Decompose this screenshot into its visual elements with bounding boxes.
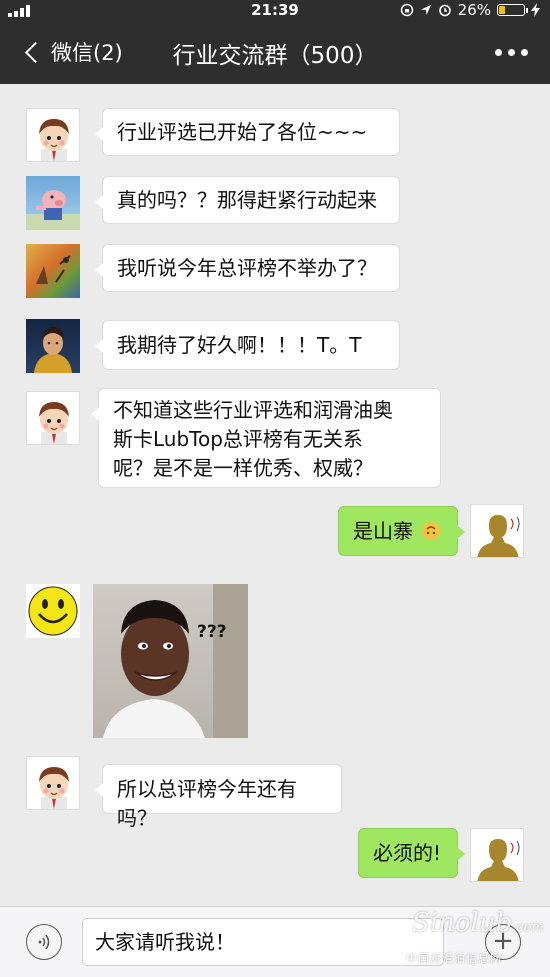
status-bar: 21:39 26%	[0, 0, 550, 22]
message-input[interactable]: 大家请听我说！	[82, 918, 444, 966]
alarm-icon	[438, 4, 451, 17]
message-text: 我期待了好久啊！！！T。T	[117, 333, 362, 357]
message-text: 真的吗？？那得赶紧行动起来	[117, 188, 377, 212]
more-dots-icon[interactable]	[495, 49, 528, 56]
avatar-painting[interactable]	[26, 244, 80, 298]
chat-title: 行业交流群（500）	[172, 43, 378, 69]
avatar-smiley[interactable]	[26, 584, 80, 638]
avatar-cartoon-boy[interactable]	[26, 756, 80, 810]
message-bubble-outgoing[interactable]: 是山寨	[338, 506, 465, 556]
avatar-portrait[interactable]	[26, 319, 80, 373]
avatar-pig[interactable]	[26, 176, 80, 230]
input-bar: 大家请听我说！ +	[0, 906, 550, 977]
avatar-me[interactable]	[470, 828, 524, 882]
message-text: 行业评选已开始了各位~~~	[117, 120, 368, 144]
plus-icon[interactable]: +	[485, 924, 521, 960]
message-bubble[interactable]: 真的吗？？那得赶紧行动起来	[95, 176, 400, 224]
voice-icon[interactable]	[26, 924, 62, 960]
message-text-line: 斯卡LubTop总评榜有无关系	[113, 427, 363, 451]
battery-icon	[497, 4, 528, 16]
message-text: 必须的!	[373, 841, 442, 865]
avatar-me[interactable]	[470, 504, 524, 558]
nav-bar: 微信(2) 行业交流群（500）	[0, 22, 550, 84]
status-right: 26%	[400, 1, 540, 19]
message-bubble[interactable]: 我期待了好久啊！！！T。T	[95, 320, 400, 370]
rotation-lock-icon	[400, 3, 413, 17]
avatar-cartoon-boy[interactable]	[26, 391, 80, 445]
message-bubble[interactable]: 我听说今年总评榜不举办了？	[95, 244, 400, 292]
message-bubble[interactable]: 不知道这些行业评选和润滑油奥 斯卡LubTop总评榜有无关系 呢？是不是一样优秀…	[91, 388, 441, 488]
image-caption: ???	[197, 622, 227, 642]
charging-icon	[531, 3, 540, 17]
message-text: 是山寨	[353, 519, 413, 543]
avatar-cartoon-boy[interactable]	[26, 108, 80, 162]
message-bubble[interactable]: 所以总评榜今年还有吗？	[95, 764, 342, 830]
message-bubble[interactable]: 行业评选已开始了各位~~~	[95, 108, 400, 156]
upside-down-face-icon	[422, 522, 441, 540]
message-text-line: 呢？是不是一样优秀、权威？	[113, 456, 373, 480]
message-image[interactable]: ???	[93, 584, 248, 738]
message-text: 我听说今年总评榜不举办了？	[117, 256, 377, 280]
battery-percent: 26%	[457, 1, 491, 19]
message-bubble-outgoing[interactable]: 必须的!	[358, 828, 465, 878]
message-text-line: 不知道这些行业评选和润滑油奥	[113, 398, 393, 422]
location-icon	[420, 5, 431, 15]
message-text: 所以总评榜今年还有吗？	[117, 777, 297, 830]
chat-area[interactable]: 行业评选已开始了各位~~~ 真的吗？？那得赶紧行动起来 我听说今年总评榜不举办了…	[0, 84, 550, 906]
